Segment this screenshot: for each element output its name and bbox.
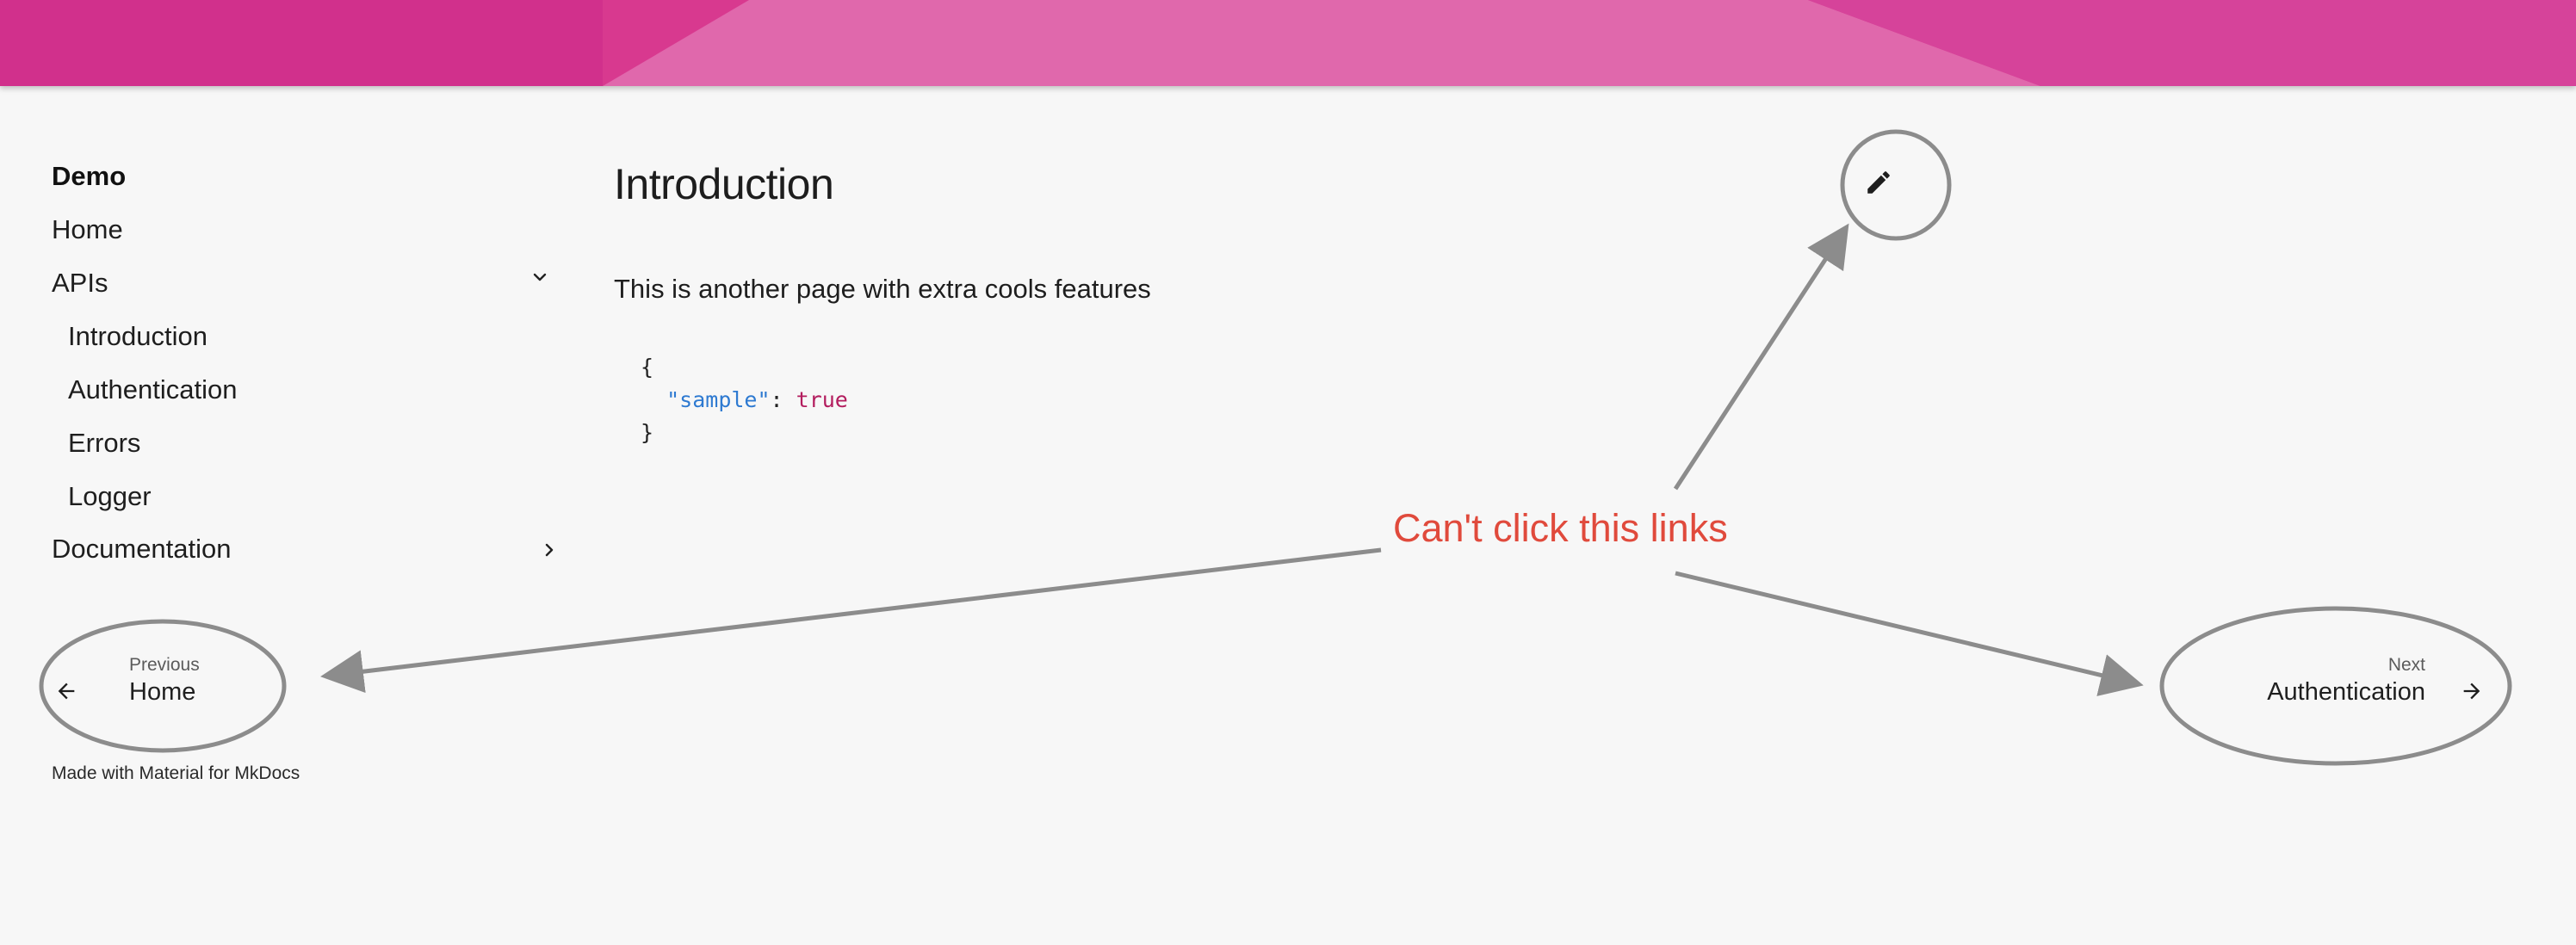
chevron-down-icon[interactable]: [531, 269, 548, 286]
nav-item-errors[interactable]: Errors: [68, 428, 140, 459]
pencil-icon[interactable]: [1864, 168, 1893, 197]
arrow-left-icon: [58, 682, 75, 700]
chevron-right-icon[interactable]: [541, 538, 558, 562]
code-block: { "sample": true }: [641, 351, 848, 449]
previous-page-link[interactable]: Previous Home: [47, 650, 228, 710]
edit-highlight-circle: [1840, 129, 1952, 241]
nav-item-home[interactable]: Home: [52, 214, 123, 245]
nav-item-introduction[interactable]: Introduction: [68, 321, 207, 352]
next-page-link[interactable]: Next Authentication: [2226, 650, 2484, 710]
annotation-arrow-previous: [320, 547, 1382, 694]
arrow-right-icon: [2463, 682, 2480, 700]
header-background: [0, 0, 2576, 86]
nav-title: Demo: [52, 161, 127, 191]
nav-item-documentation[interactable]: Documentation: [52, 534, 232, 565]
code-key: "sample": [666, 387, 771, 412]
page-title: Introduction: [614, 160, 834, 208]
previous-label: Previous: [129, 655, 200, 675]
annotation-text: Can't click this links: [1393, 506, 1728, 550]
header-bar: [0, 0, 2576, 86]
annotation-arrow-next: [1675, 571, 2144, 696]
code-open-brace: {: [641, 355, 654, 380]
next-title: Authentication: [2267, 678, 2425, 706]
page-paragraph: This is another page with extra cools fe…: [614, 274, 1151, 304]
annotation-arrow-edit: [1673, 223, 1849, 491]
code-colon: :: [770, 387, 796, 412]
previous-title: Home: [129, 678, 196, 706]
next-label: Next: [2387, 655, 2425, 675]
made-with-footer: Made with Material for MkDocs: [52, 763, 300, 783]
nav-item-logger[interactable]: Logger: [68, 481, 152, 512]
page: Demo Home APIs Introduction Authenticati…: [0, 0, 2576, 945]
nav-item-authentication[interactable]: Authentication: [68, 374, 237, 405]
annotation-overlay: [39, 129, 2512, 766]
code-close-brace: }: [641, 420, 654, 445]
code-value: true: [796, 387, 848, 412]
nav-item-apis[interactable]: APIs: [52, 268, 108, 299]
